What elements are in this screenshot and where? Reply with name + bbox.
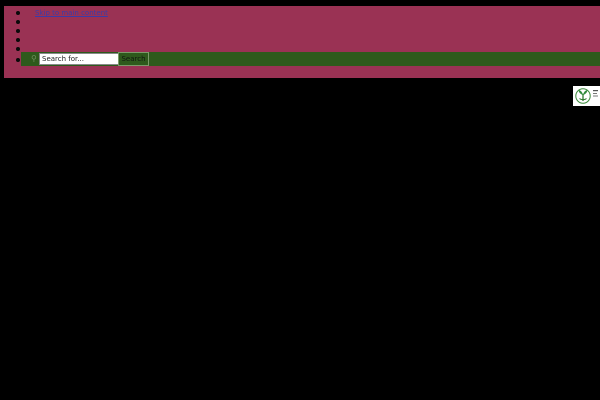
list-bullet (16, 11, 20, 15)
list-bullet (16, 20, 20, 24)
skip-to-content-link[interactable]: Skip to main content (35, 9, 108, 17)
nav-item-2[interactable] (16, 17, 22, 26)
list-bullet (16, 38, 20, 42)
nav-item-3[interactable] (16, 26, 22, 35)
search-icon: ⚲ (31, 54, 37, 63)
nav-item-4[interactable] (16, 35, 22, 44)
nav-item-skip: Skip to main content (16, 8, 108, 17)
search-form: ⚲ Search (21, 52, 600, 66)
emblem-logo-icon (575, 88, 598, 104)
list-bullet (16, 29, 20, 33)
site-logo[interactable] (573, 86, 600, 106)
search-button[interactable]: Search (118, 52, 149, 66)
list-bullet (16, 47, 20, 51)
search-input[interactable] (39, 53, 119, 65)
site-header: Skip to main content ⚲ Search (4, 6, 600, 78)
list-bullet (16, 58, 20, 62)
